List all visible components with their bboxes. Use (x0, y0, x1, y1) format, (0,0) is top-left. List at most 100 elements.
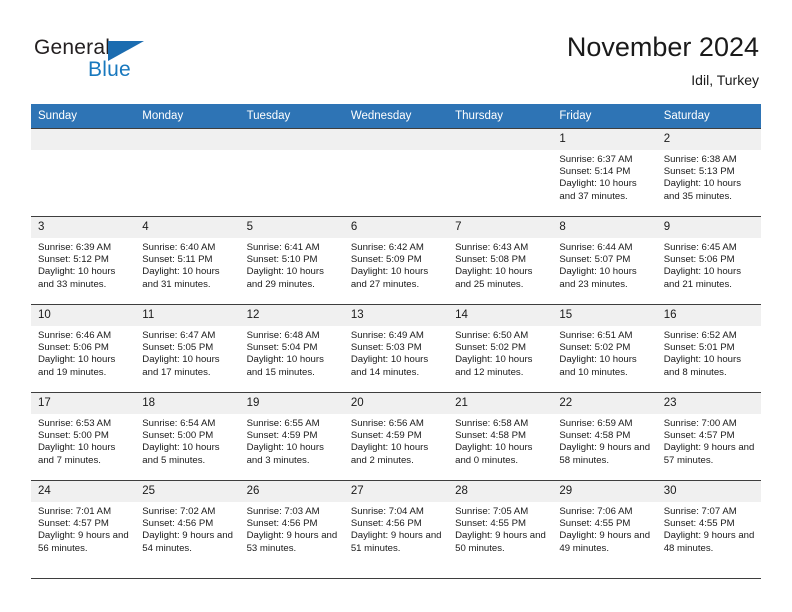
day-cell[interactable]: 27 Sunrise: 7:04 AM Sunset: 4:56 PM Dayligh… (343, 480, 449, 568)
sunrise-text: Sunrise: 6:56 AM (350, 418, 424, 429)
day-cell[interactable]: 14 Sunrise: 6:50 AM Sunset: 5:02 PM Dayligh… (448, 304, 553, 392)
day-cell[interactable]: 24 Sunrise: 7:01 AM Sunset: 4:57 PM Dayligh… (31, 480, 136, 568)
day-cell[interactable]: 26 Sunrise: 7:03 AM Sunset: 4:56 PM Dayligh… (239, 480, 344, 568)
day-number: 8 (552, 217, 657, 238)
daylight-text: Daylight: 10 hours and 33 minutes. (38, 266, 116, 290)
day-cell[interactable]: 30 Sunrise: 7:07 AM Sunset: 4:55 PM Dayligh… (656, 480, 761, 568)
weekday-header-friday: Friday (552, 104, 657, 128)
sunrise-text: Sunrise: 7:07 AM (663, 506, 737, 517)
daylight-text: Daylight: 10 hours and 37 minutes. (559, 178, 637, 202)
day-cell[interactable]: 18 Sunrise: 6:54 AM Sunset: 5:00 PM Dayligh… (135, 392, 240, 480)
sunset-text: Sunset: 4:59 PM (246, 430, 318, 442)
day-cell[interactable]: 12 Sunrise: 6:48 AM Sunset: 5:04 PM Dayligh… (239, 304, 344, 392)
sunrise-text: Sunrise: 6:37 AM (559, 154, 633, 165)
calendar-week-row: 1 Sunrise: 6:37 AM Sunset: 5:14 PM Daylight… (31, 128, 761, 216)
day-cell[interactable]: 5 Sunrise: 6:41 AM Sunset: 5:10 PM Daylight… (239, 216, 344, 304)
sunset-text: Sunset: 5:00 PM (38, 430, 109, 442)
day-number: 22 (552, 393, 657, 414)
day-cell[interactable]: 21 Sunrise: 6:58 AM Sunset: 4:58 PM Dayligh… (448, 392, 553, 480)
sunset-text: Sunset: 5:11 PM (142, 254, 213, 266)
calendar-header-row: Sunday Monday Tuesday Wednesday Thursday… (31, 104, 761, 128)
sunrise-text: Sunrise: 6:42 AM (350, 242, 424, 253)
day-cell[interactable]: 11 Sunrise: 6:47 AM Sunset: 5:05 PM Dayligh… (135, 304, 240, 392)
day-cell[interactable]: 7 Sunrise: 6:43 AM Sunset: 5:08 PM Daylight… (448, 216, 553, 304)
day-details: Sunrise: 6:48 AM Sunset: 5:04 PM Daylight:… (240, 326, 344, 379)
day-number: 24 (31, 481, 136, 502)
calendar-week-row: 10 Sunrise: 6:46 AM Sunset: 5:06 PM Dayligh… (31, 304, 761, 392)
day-details: Sunrise: 6:51 AM Sunset: 5:02 PM Daylight:… (552, 326, 656, 379)
sunrise-text: Sunrise: 6:39 AM (38, 242, 112, 253)
daylight-text: Daylight: 10 hours and 5 minutes. (142, 442, 220, 466)
sunset-text: Sunset: 5:01 PM (663, 342, 735, 354)
day-cell[interactable]: 23 Sunrise: 7:00 AM Sunset: 4:57 PM Dayligh… (656, 392, 761, 480)
day-cell[interactable]: 20 Sunrise: 6:56 AM Sunset: 4:59 PM Dayligh… (343, 392, 449, 480)
day-number: 23 (656, 393, 761, 414)
calendar-cell: 13 Sunrise: 6:49 AM Sunset: 5:03 PM Dayligh… (343, 304, 449, 392)
day-cell[interactable]: 10 Sunrise: 6:46 AM Sunset: 5:06 PM Dayligh… (31, 304, 136, 392)
day-number: 13 (343, 305, 449, 326)
calendar-cell: 21 Sunrise: 6:58 AM Sunset: 4:58 PM Dayligh… (448, 392, 553, 480)
day-cell[interactable]: 1 Sunrise: 6:37 AM Sunset: 5:14 PM Daylight… (552, 128, 657, 216)
calendar-week-row: 24 Sunrise: 7:01 AM Sunset: 4:57 PM Dayligh… (31, 480, 761, 568)
day-details: Sunrise: 6:44 AM Sunset: 5:07 PM Daylight:… (552, 238, 656, 291)
day-cell[interactable]: 16 Sunrise: 6:52 AM Sunset: 5:01 PM Dayligh… (656, 304, 761, 392)
sunrise-text: Sunrise: 6:58 AM (455, 418, 529, 429)
day-number: 2 (656, 129, 761, 150)
day-number: 9 (656, 217, 761, 238)
day-cell[interactable]: 22 Sunrise: 6:59 AM Sunset: 4:58 PM Dayligh… (552, 392, 657, 480)
daylight-text: Daylight: 10 hours and 3 minutes. (246, 442, 324, 466)
sunset-text: Sunset: 5:14 PM (559, 166, 631, 178)
brand-name-blue: Blue (88, 58, 131, 81)
calendar-cell: 4 Sunrise: 6:40 AM Sunset: 5:11 PM Daylight… (135, 216, 240, 304)
day-cell[interactable]: 4 Sunrise: 6:40 AM Sunset: 5:11 PM Daylight… (135, 216, 240, 304)
calendar-cell: 7 Sunrise: 6:43 AM Sunset: 5:08 PM Daylight… (448, 216, 553, 304)
day-cell[interactable]: 13 Sunrise: 6:49 AM Sunset: 5:03 PM Dayligh… (343, 304, 449, 392)
day-cell[interactable]: 2 Sunrise: 6:38 AM Sunset: 5:13 PM Daylight… (656, 128, 761, 216)
calendar-cell (448, 128, 553, 216)
daylight-text: Daylight: 9 hours and 58 minutes. (559, 442, 651, 466)
daylight-text: Daylight: 10 hours and 19 minutes. (38, 354, 116, 378)
day-number: 20 (343, 393, 449, 414)
calendar-cell (135, 128, 240, 216)
sunrise-text: Sunrise: 6:43 AM (455, 242, 529, 253)
daylight-text: Daylight: 10 hours and 25 minutes. (455, 266, 533, 290)
sunrise-text: Sunrise: 7:03 AM (246, 506, 320, 517)
sunrise-text: Sunrise: 6:53 AM (38, 418, 112, 429)
day-cell[interactable]: 17 Sunrise: 6:53 AM Sunset: 5:00 PM Dayligh… (31, 392, 136, 480)
day-cell[interactable]: 6 Sunrise: 6:42 AM Sunset: 5:09 PM Daylight… (343, 216, 449, 304)
day-details: Sunrise: 7:01 AM Sunset: 4:57 PM Daylight:… (31, 502, 135, 555)
sunset-text: Sunset: 5:02 PM (455, 342, 527, 354)
day-details: Sunrise: 6:50 AM Sunset: 5:02 PM Daylight:… (448, 326, 552, 379)
day-cell[interactable]: 15 Sunrise: 6:51 AM Sunset: 5:02 PM Dayligh… (552, 304, 657, 392)
daylight-text: Daylight: 9 hours and 48 minutes. (663, 530, 755, 554)
day-cell[interactable]: 3 Sunrise: 6:39 AM Sunset: 5:12 PM Daylight… (31, 216, 136, 304)
brand-logo[interactable]: General Blue (34, 36, 174, 88)
daylight-text: Daylight: 9 hours and 49 minutes. (559, 530, 651, 554)
day-cell[interactable]: 29 Sunrise: 7:06 AM Sunset: 4:55 PM Dayligh… (552, 480, 657, 568)
weekday-header-monday: Monday (135, 104, 240, 128)
day-cell[interactable]: 8 Sunrise: 6:44 AM Sunset: 5:07 PM Daylight… (552, 216, 657, 304)
day-number: 3 (31, 217, 136, 238)
day-cell-empty (135, 128, 240, 216)
sunrise-text: Sunrise: 7:01 AM (38, 506, 112, 517)
sunset-text: Sunset: 5:13 PM (663, 166, 735, 178)
day-number: 18 (135, 393, 240, 414)
calendar-table: Sunday Monday Tuesday Wednesday Thursday… (31, 104, 761, 568)
day-number (31, 129, 136, 150)
daylight-text: Daylight: 10 hours and 14 minutes. (350, 354, 429, 378)
day-number: 30 (656, 481, 761, 502)
day-cell[interactable]: 19 Sunrise: 6:55 AM Sunset: 4:59 PM Dayligh… (239, 392, 344, 480)
weekday-header-wednesday: Wednesday (343, 104, 449, 128)
day-cell[interactable]: 28 Sunrise: 7:05 AM Sunset: 4:55 PM Dayligh… (448, 480, 553, 568)
day-cell[interactable]: 25 Sunrise: 7:02 AM Sunset: 4:56 PM Dayligh… (135, 480, 240, 568)
day-details: Sunrise: 7:05 AM Sunset: 4:55 PM Daylight:… (448, 502, 552, 555)
calendar-cell: 1 Sunrise: 6:37 AM Sunset: 5:14 PM Daylight… (552, 128, 657, 216)
calendar-cell: 9 Sunrise: 6:45 AM Sunset: 5:06 PM Daylight… (656, 216, 761, 304)
day-cell[interactable]: 9 Sunrise: 6:45 AM Sunset: 5:06 PM Daylight… (656, 216, 761, 304)
daylight-text: Daylight: 10 hours and 31 minutes. (142, 266, 220, 290)
day-number: 11 (135, 305, 240, 326)
sunset-text: Sunset: 4:59 PM (350, 430, 422, 442)
day-number (343, 129, 449, 150)
calendar-cell: 18 Sunrise: 6:54 AM Sunset: 5:00 PM Dayligh… (135, 392, 240, 480)
day-details: Sunrise: 6:58 AM Sunset: 4:58 PM Daylight:… (448, 414, 552, 467)
